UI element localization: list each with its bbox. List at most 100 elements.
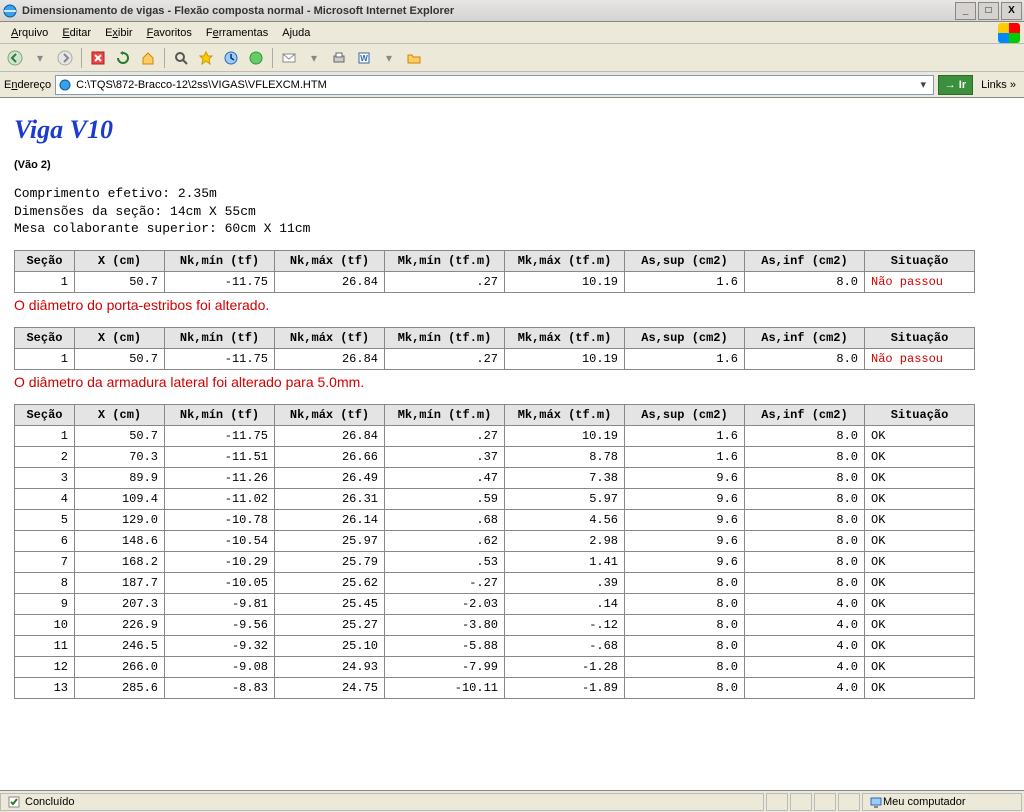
col-nkmin: Nk,mín (tf) xyxy=(165,250,275,271)
close-button[interactable]: X xyxy=(1001,2,1022,20)
cell-sit: OK xyxy=(865,614,975,635)
cell-secao: 9 xyxy=(15,593,75,614)
edit-dropdown[interactable]: ▾ xyxy=(378,47,400,69)
col-assup: As,sup (cm2) xyxy=(625,250,745,271)
cell-nkmin: -10.78 xyxy=(165,509,275,530)
history-button[interactable] xyxy=(220,47,242,69)
mail-dropdown[interactable]: ▾ xyxy=(303,47,325,69)
address-label: Endereço xyxy=(4,79,51,91)
forward-button[interactable] xyxy=(54,47,76,69)
col-nkmin: Nk,mín (tf) xyxy=(165,404,275,425)
cell-x: 187.7 xyxy=(75,572,165,593)
cell-mkmin: -2.03 xyxy=(385,593,505,614)
cell-mkmax: 2.98 xyxy=(505,530,625,551)
done-icon xyxy=(7,795,21,809)
col-secao: Seção xyxy=(15,250,75,271)
stop-button[interactable] xyxy=(87,47,109,69)
menu-exibir[interactable]: Exibir xyxy=(98,25,140,41)
page-content[interactable]: Viga V10 (Vão 2) Comprimento efetivo: 2.… xyxy=(0,99,1024,790)
cell-secao: 10 xyxy=(15,614,75,635)
minimize-button[interactable]: _ xyxy=(955,2,976,20)
address-input[interactable]: C:\TQS\872-Bracco-12\2ss\VIGAS\VFLEXCM.H… xyxy=(55,75,934,95)
refresh-button[interactable] xyxy=(112,47,134,69)
col-mkmin: Mk,mín (tf.m) xyxy=(385,327,505,348)
cell-x: 207.3 xyxy=(75,593,165,614)
back-dropdown[interactable]: ▾ xyxy=(29,47,51,69)
address-dropdown[interactable]: ▾ xyxy=(916,78,931,91)
table-row: 150.7-11.7526.84.2710.191.68.0OK xyxy=(15,425,975,446)
menu-ajuda[interactable]: Ajuda xyxy=(275,25,317,41)
go-button[interactable]: → Ir xyxy=(938,75,973,95)
col-secao: Seção xyxy=(15,327,75,348)
cell-nkmax: 25.10 xyxy=(275,635,385,656)
col-assup: As,sup (cm2) xyxy=(625,404,745,425)
cell-asinf: 8.0 xyxy=(745,551,865,572)
cell-sit: OK xyxy=(865,572,975,593)
print-button[interactable] xyxy=(328,47,350,69)
cell-secao: 7 xyxy=(15,551,75,572)
search-button[interactable] xyxy=(170,47,192,69)
table-row: 7168.2-10.2925.79.531.419.68.0OK xyxy=(15,551,975,572)
col-nkmax: Nk,máx (tf) xyxy=(275,327,385,348)
col-asinf: As,inf (cm2) xyxy=(745,404,865,425)
cell-asinf: 8.0 xyxy=(745,271,865,292)
cell-mkmax: .14 xyxy=(505,593,625,614)
cell-nkmax: 25.62 xyxy=(275,572,385,593)
col-x: X (cm) xyxy=(75,404,165,425)
favorites-button[interactable] xyxy=(195,47,217,69)
menu-favoritos[interactable]: Favoritos xyxy=(140,25,199,41)
menu-editar[interactable]: Editar xyxy=(55,25,98,41)
ie-icon xyxy=(2,3,18,19)
cell-assup: 1.6 xyxy=(625,348,745,369)
cell-nkmin: -9.81 xyxy=(165,593,275,614)
cell-nkmax: 26.14 xyxy=(275,509,385,530)
cell-x: 148.6 xyxy=(75,530,165,551)
cell-x: 129.0 xyxy=(75,509,165,530)
cell-nkmax: 26.49 xyxy=(275,467,385,488)
table-3: SeçãoX (cm)Nk,mín (tf)Nk,máx (tf)Mk,mín … xyxy=(14,404,975,699)
cell-nkmin: -8.83 xyxy=(165,677,275,698)
cell-nkmax: 25.97 xyxy=(275,530,385,551)
cell-sit: OK xyxy=(865,593,975,614)
media-button[interactable] xyxy=(245,47,267,69)
table-row: 10226.9-9.5625.27-3.80-.128.04.0OK xyxy=(15,614,975,635)
cell-nkmax: 24.93 xyxy=(275,656,385,677)
cell-x: 168.2 xyxy=(75,551,165,572)
cell-nkmin: -11.75 xyxy=(165,425,275,446)
col-sit: Situação xyxy=(865,327,975,348)
maximize-button[interactable]: □ xyxy=(978,2,999,20)
cell-asinf: 8.0 xyxy=(745,509,865,530)
cell-nkmax: 25.79 xyxy=(275,551,385,572)
cell-mkmin: .53 xyxy=(385,551,505,572)
cell-mkmin: .68 xyxy=(385,509,505,530)
folder-button[interactable] xyxy=(403,47,425,69)
menubar: Arquivo Editar Exibir Favoritos Ferramen… xyxy=(0,22,1024,44)
cell-nkmin: -10.54 xyxy=(165,530,275,551)
cell-mkmax: 4.56 xyxy=(505,509,625,530)
cell-nkmin: -11.51 xyxy=(165,446,275,467)
cell-mkmax: 1.41 xyxy=(505,551,625,572)
menu-arquivo[interactable]: Arquivo xyxy=(4,25,55,41)
table-row: 9207.3-9.8125.45-2.03.148.04.0OK xyxy=(15,593,975,614)
cell-secao: 8 xyxy=(15,572,75,593)
cell-mkmin: -.27 xyxy=(385,572,505,593)
col-nkmax: Nk,máx (tf) xyxy=(275,404,385,425)
cell-x: 50.7 xyxy=(75,271,165,292)
cell-mkmax: 10.19 xyxy=(505,425,625,446)
cell-assup: 9.6 xyxy=(625,530,745,551)
links-button[interactable]: Links » xyxy=(977,79,1020,91)
cell-x: 50.7 xyxy=(75,425,165,446)
vao-label: (Vão 2) xyxy=(14,159,1010,171)
mail-button[interactable] xyxy=(278,47,300,69)
col-secao: Seção xyxy=(15,404,75,425)
cell-mkmin: -10.11 xyxy=(385,677,505,698)
edit-button[interactable]: W xyxy=(353,47,375,69)
cell-mkmax: 10.19 xyxy=(505,348,625,369)
home-button[interactable] xyxy=(137,47,159,69)
col-sit: Situação xyxy=(865,404,975,425)
table-row: 8187.7-10.0525.62-.27.398.08.0OK xyxy=(15,572,975,593)
menu-ferramentas[interactable]: Ferramentas xyxy=(199,25,275,41)
back-button[interactable] xyxy=(4,47,26,69)
cell-secao: 4 xyxy=(15,488,75,509)
col-assup: As,sup (cm2) xyxy=(625,327,745,348)
